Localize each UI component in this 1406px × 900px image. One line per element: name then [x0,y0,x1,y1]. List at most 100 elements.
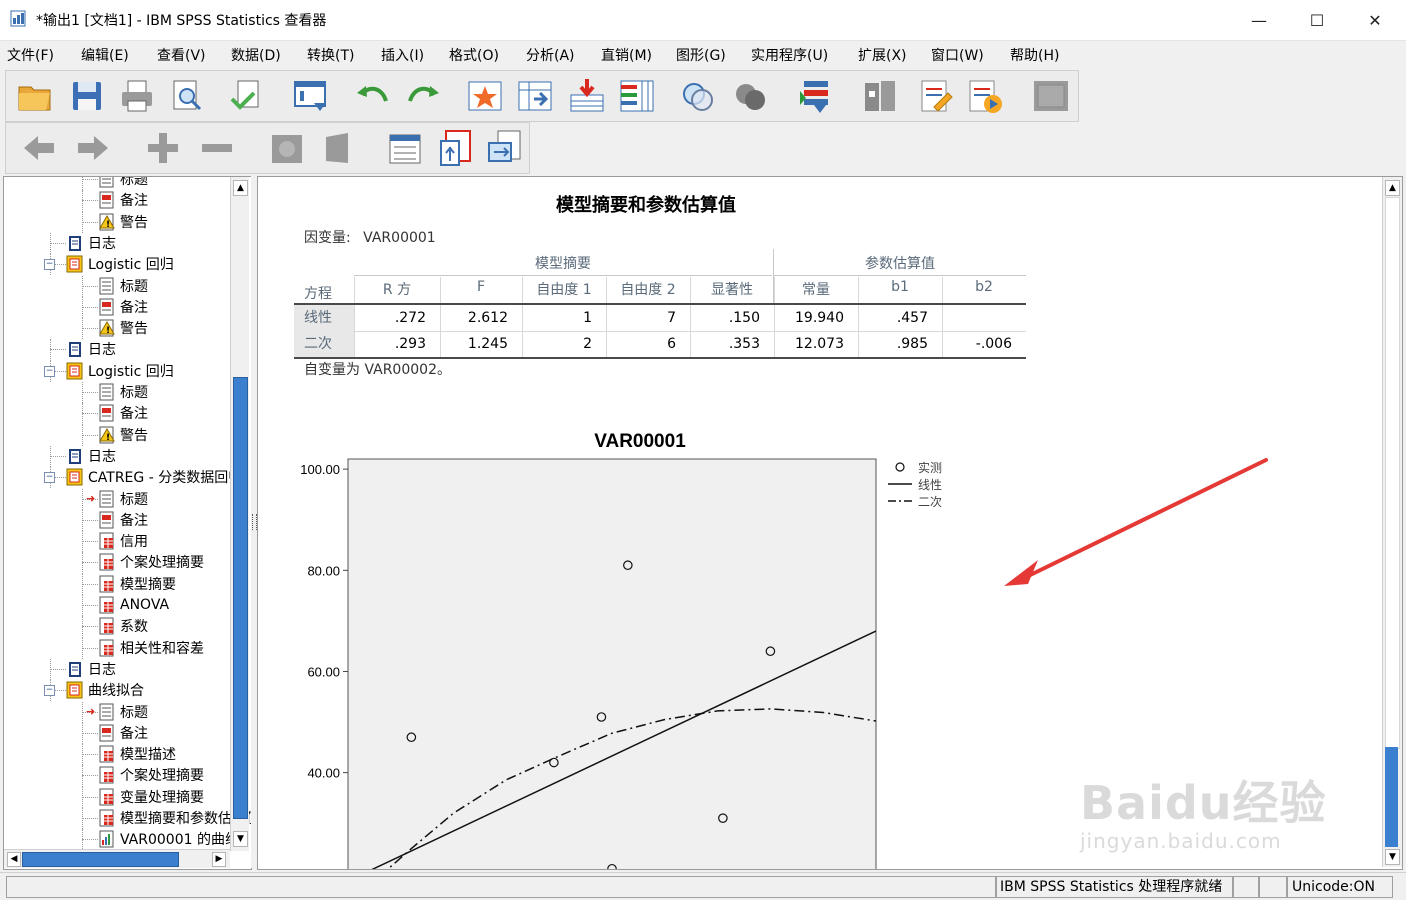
collapse-icon[interactable] [198,129,236,167]
undo-icon[interactable] [354,77,392,115]
tree-expander[interactable]: − [44,685,55,697]
outline-item[interactable]: 相关性和容差 [98,638,204,658]
goto-case-icon[interactable] [466,77,504,115]
outline-item[interactable]: 标题 [98,177,148,189]
outline-item[interactable]: 备注 [98,297,148,317]
variables-icon[interactable] [618,77,656,115]
menu-transform[interactable]: 转换(T) [307,45,354,65]
tree-expander[interactable]: − [44,472,55,484]
outline-item[interactable]: Logistic 回归 [66,361,174,381]
hscroll-thumb[interactable] [22,852,179,867]
outline-item[interactable]: ! 警告 [98,425,148,445]
outline-item[interactable]: 变量处理摘要 [98,787,204,807]
export-icon[interactable] [228,77,266,115]
open-icon[interactable] [16,77,54,115]
demote-icon[interactable] [74,129,112,167]
menu-file[interactable]: 文件(F) [7,45,54,65]
outline-item[interactable]: 信用 [98,531,148,551]
menu-edit[interactable]: 编辑(E) [81,45,129,65]
table-icon [99,596,114,614]
scroll-down-button[interactable]: ▼ [233,831,248,847]
outline-item[interactable]: 模型描述 [98,744,176,764]
log-icon [69,342,81,358]
outline-horizontal-scrollbar[interactable]: ◀ ▶ [4,849,230,868]
scroll-right-button[interactable]: ▶ [212,852,226,867]
print-icon[interactable] [118,77,156,115]
outline-item[interactable]: VAR00001 的曲线 [98,829,239,849]
outline-item[interactable]: 标题 [98,702,148,722]
outline-item[interactable]: 标题 [98,382,148,402]
scroll-thumb[interactable] [233,377,248,819]
tree-expander[interactable]: − [44,259,55,271]
insert-heading-icon[interactable] [386,129,424,167]
expand-icon[interactable] [144,129,182,167]
outline-item-label: 警告 [120,214,148,231]
menu-insert[interactable]: 插入(I) [381,45,424,65]
outline-item[interactable]: 模型摘要 [98,574,176,594]
outline-item[interactable]: 标题 [98,489,148,509]
title-icon [99,383,114,401]
outline-item[interactable]: 日志 [66,339,116,359]
maximize-button[interactable]: ☐ [1288,0,1346,40]
outline-item[interactable]: CATREG - 分类数据回归 [66,467,242,487]
hide-icon[interactable] [320,129,358,167]
outline-item[interactable]: 备注 [98,190,148,210]
curve-fit-chart[interactable]: VAR00001 100.00 80.00 60.00 40.00 实测 线性 二次 [288,427,988,869]
outline-item[interactable]: 模型摘要和参数估算值 [98,808,251,828]
recall-dialog-icon[interactable] [292,77,330,115]
goto-variable-icon[interactable] [516,77,554,115]
outline-item[interactable]: 备注 [98,510,148,530]
output-scroll-up-button[interactable]: ▲ [1385,180,1400,196]
close-button[interactable]: ✕ [1346,0,1404,40]
tree-expander[interactable]: − [44,365,55,377]
menu-format[interactable]: 格式(O) [449,45,499,65]
outline-item[interactable]: 个案处理摘要 [98,552,204,572]
outline-vertical-scrollbar[interactable]: ▲ ▼ [230,177,249,851]
outline-item[interactable]: 备注 [98,723,148,743]
outline-item[interactable]: ! 警告 [98,318,148,338]
menu-view[interactable]: 查看(V) [157,45,206,65]
outline-item[interactable]: 日志 [66,446,116,466]
folder-icon [66,681,83,699]
print-preview-icon[interactable] [168,77,206,115]
use-sets-icon[interactable] [732,77,770,115]
outline-item[interactable]: 个案处理摘要 [98,765,204,785]
outline-item-label: 模型描述 [120,747,176,764]
scroll-left-button[interactable]: ◀ [7,852,21,867]
outline-item[interactable]: 标题 [98,276,148,296]
outline-item[interactable]: 日志 [66,659,116,679]
menu-data[interactable]: 数据(D) [231,45,281,65]
outline-item[interactable]: Logistic 回归 [66,254,174,274]
outline-item[interactable]: 系数 [98,616,148,636]
menu-window[interactable]: 窗口(W) [931,45,984,65]
split-file-icon[interactable] [916,77,954,115]
designate-window-icon[interactable] [796,77,834,115]
scroll-up-button[interactable]: ▲ [233,180,248,196]
menu-direct-marketing[interactable]: 直销(M) [601,45,652,65]
outline-item[interactable]: 日志 [66,233,116,253]
output-vertical-scrollbar[interactable]: ▲ ▼ [1382,177,1402,867]
save-icon[interactable] [68,77,106,115]
menu-extensions[interactable]: 扩展(X) [858,45,907,65]
pane-splitter[interactable] [251,176,257,868]
output-scroll-down-button[interactable]: ▼ [1385,849,1400,865]
insert-cases-icon[interactable] [568,77,606,115]
outline-item[interactable]: 备注 [98,403,148,423]
insert-title-icon[interactable] [438,129,476,167]
run-icon[interactable] [966,77,1004,115]
show-icon[interactable] [268,129,306,167]
output-scroll-thumb[interactable] [1385,197,1400,749]
menu-utilities[interactable]: 实用程序(U) [751,45,828,65]
menu-help[interactable]: 帮助(H) [1010,45,1059,65]
weight-icon[interactable] [861,77,899,115]
minimize-button[interactable]: — [1230,0,1288,40]
insert-text-icon[interactable] [486,129,524,167]
promote-icon[interactable] [20,129,58,167]
show-all-icon[interactable] [680,77,718,115]
outline-item[interactable]: ANOVA [98,595,169,615]
outline-item[interactable]: 曲线拟合 [66,680,144,700]
menu-graphs[interactable]: 图形(G) [676,45,726,65]
menu-analyze[interactable]: 分析(A) [526,45,575,65]
outline-item[interactable]: ! 警告 [98,212,148,232]
redo-icon[interactable] [404,77,442,115]
